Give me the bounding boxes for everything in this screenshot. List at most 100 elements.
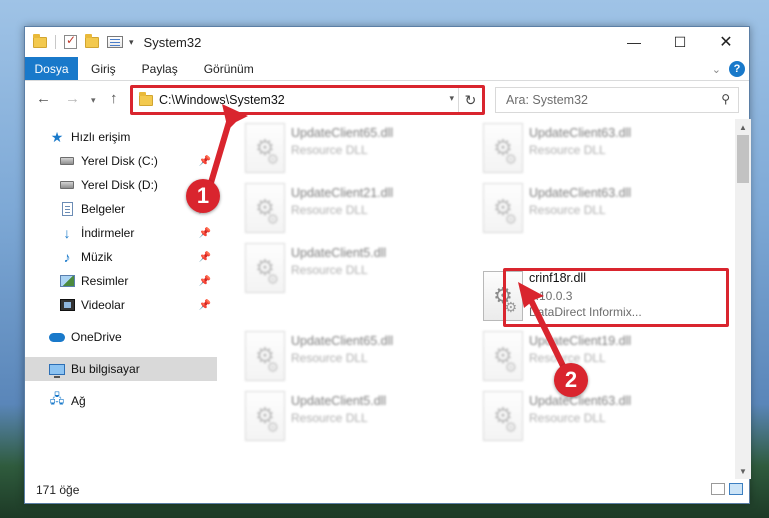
folder-icon[interactable] <box>33 33 47 48</box>
file-name: UpdateClient63.dll <box>529 126 632 140</box>
close-button[interactable]: ✕ <box>703 27 749 57</box>
sidebar-item-music[interactable]: ♪ Müzik 📌 <box>25 245 217 269</box>
search-icon[interactable]: ⚲ <box>721 92 730 106</box>
file-highlight-frame <box>503 268 729 327</box>
file-name: UpdateClient63.dll <box>529 394 632 408</box>
file-description: Resource DLL <box>529 351 606 365</box>
tab-file[interactable]: Dosya <box>25 57 78 80</box>
videos-icon <box>59 298 75 312</box>
recent-locations-chevron-icon[interactable]: ▾ <box>91 95 96 106</box>
forward-arrow-icon[interactable]: → <box>65 90 80 107</box>
download-icon: ↓ <box>63 225 71 241</box>
minimize-button[interactable]: — <box>611 27 657 57</box>
ribbon-tabs: Dosya Giriş Paylaş Görünüm ⌄ ? <box>25 57 749 81</box>
address-highlight-frame <box>130 85 485 115</box>
file-description: Resource DLL <box>291 143 368 157</box>
details-view-icon[interactable] <box>711 483 725 495</box>
search-input[interactable]: Ara: System32 ⚲ <box>495 87 739 113</box>
scroll-up-arrow-icon[interactable]: ▲ <box>735 119 751 135</box>
file-list: ⚙ ⚙ UpdateClient65.dll Resource DLL ⚙ ⚙ Upd… <box>217 119 735 479</box>
music-icon: ♪ <box>63 249 71 265</box>
file-item[interactable]: ⚙ ⚙ UpdateClient63.dll Resource DLL <box>483 183 703 237</box>
dll-file-icon: ⚙ ⚙ <box>483 331 523 381</box>
file-item[interactable]: ⚙ ⚙ UpdateClient5.dll Resource DLL <box>245 243 465 297</box>
navigation-pane: ★ Hızlı erişim Yerel Disk (C:) 📌 Yerel D… <box>25 119 217 479</box>
sidebar-item-label: Resimler <box>81 274 129 288</box>
sidebar-item-label: Ağ <box>71 394 86 408</box>
this-pc-icon <box>49 362 65 378</box>
sidebar-item-videos[interactable]: Videolar 📌 <box>25 293 217 317</box>
large-icons-view-icon[interactable] <box>729 483 743 495</box>
sidebar-item-pictures[interactable]: Resimler 📌 <box>25 269 217 293</box>
properties-check-icon[interactable] <box>64 33 77 49</box>
pin-icon: 📌 <box>198 155 211 167</box>
new-folder-icon[interactable] <box>85 33 99 48</box>
file-name: UpdateClient63.dll <box>529 186 632 200</box>
documents-icon <box>59 202 75 216</box>
properties-icon[interactable] <box>107 36 123 48</box>
expand-ribbon-chevron-icon[interactable]: ⌄ <box>712 63 721 76</box>
customize-toolbar-chevron-icon[interactable]: ▾ <box>129 37 134 48</box>
file-description: Resource DLL <box>529 411 606 425</box>
status-bar: 171 öğe <box>25 477 749 503</box>
scrollbar-thumb[interactable] <box>737 135 749 183</box>
sidebar-item-label: İndirmeler <box>81 226 135 240</box>
file-item[interactable]: ⚙ ⚙ UpdateClient65.dll Resource DLL <box>245 123 465 177</box>
tab-home[interactable]: Giriş <box>78 57 129 80</box>
file-description: Resource DLL <box>291 411 368 425</box>
file-name: UpdateClient5.dll <box>291 246 387 260</box>
file-description: Resource DLL <box>291 351 368 365</box>
help-icon[interactable]: ? <box>729 61 745 77</box>
pin-icon: 📌 <box>198 275 211 287</box>
file-explorer-window: ▾ System32 — ☐ ✕ Dosya Giriş Paylaş Görü… <box>24 26 751 504</box>
file-name: UpdateClient19.dll <box>529 334 632 348</box>
file-name: UpdateClient65.dll <box>291 334 394 348</box>
dll-file-icon: ⚙ ⚙ <box>245 391 285 441</box>
file-item[interactable]: ⚙ ⚙ UpdateClient19.dll Resource DLL <box>483 331 703 385</box>
quick-access-separator <box>55 35 56 49</box>
sidebar-item-network[interactable]: 🖧 Ağ <box>25 389 217 413</box>
pin-icon: 📌 <box>198 251 211 263</box>
sidebar-item-label: Belgeler <box>81 202 126 216</box>
dll-file-icon: ⚙ ⚙ <box>245 183 285 233</box>
sidebar-item-label: Yerel Disk (C:) <box>81 154 158 168</box>
file-description: Resource DLL <box>291 203 368 217</box>
sidebar-item-label: Yerel Disk (D:) <box>81 178 158 192</box>
pin-icon: 📌 <box>198 299 211 311</box>
sidebar-item-label: OneDrive <box>71 330 122 344</box>
window-title: System32 <box>143 34 202 50</box>
sidebar-item-this-pc[interactable]: Bu bilgisayar <box>25 357 217 381</box>
dll-file-icon: ⚙ ⚙ <box>245 331 285 381</box>
file-item[interactable]: ⚙ ⚙ UpdateClient5.dll Resource DLL <box>245 391 465 445</box>
sidebar-item-label: Hızlı erişim <box>71 130 131 144</box>
file-item[interactable]: ⚙ ⚙ UpdateClient21.dll Resource DLL <box>245 183 465 237</box>
drive-icon <box>59 178 75 192</box>
tab-view[interactable]: Görünüm <box>191 57 267 80</box>
callout-badge-1: 1 <box>186 179 220 213</box>
file-item[interactable]: ⚙ ⚙ UpdateClient63.dll Resource DLL <box>483 123 703 177</box>
file-description: Resource DLL <box>529 143 606 157</box>
vertical-scrollbar[interactable]: ▲ ▼ <box>735 119 751 479</box>
tab-share[interactable]: Paylaş <box>129 57 191 80</box>
file-description: Resource DLL <box>529 203 606 217</box>
file-item[interactable]: ⚙ ⚙ UpdateClient63.dll Resource DLL <box>483 391 703 445</box>
address-row: ← → ▾ ↑ C:\Windows\System32 ▾ ↻ Ara: Sys… <box>25 82 749 118</box>
search-placeholder: Ara: System32 <box>506 93 588 107</box>
dll-file-icon: ⚙ ⚙ <box>483 183 523 233</box>
dll-file-icon: ⚙ ⚙ <box>483 391 523 441</box>
back-arrow-icon[interactable]: ← <box>36 90 51 107</box>
file-item[interactable]: ⚙ ⚙ UpdateClient65.dll Resource DLL <box>245 331 465 385</box>
sidebar-item-downloads[interactable]: ↓ İndirmeler 📌 <box>25 221 217 245</box>
sidebar-item-quick-access[interactable]: ★ Hızlı erişim <box>25 125 217 149</box>
file-description: Resource DLL <box>291 263 368 277</box>
sidebar-item-label: Bu bilgisayar <box>71 362 140 376</box>
view-buttons <box>711 483 743 495</box>
sidebar-item-local-disk-c[interactable]: Yerel Disk (C:) 📌 <box>25 149 217 173</box>
up-arrow-icon[interactable]: ↑ <box>110 90 118 107</box>
network-icon: 🖧 <box>49 391 65 406</box>
file-name: UpdateClient21.dll <box>291 186 394 200</box>
file-name: UpdateClient5.dll <box>291 394 387 408</box>
sidebar-item-onedrive[interactable]: OneDrive <box>25 325 217 349</box>
maximize-button[interactable]: ☐ <box>657 27 703 57</box>
callout-badge-2: 2 <box>554 363 588 397</box>
